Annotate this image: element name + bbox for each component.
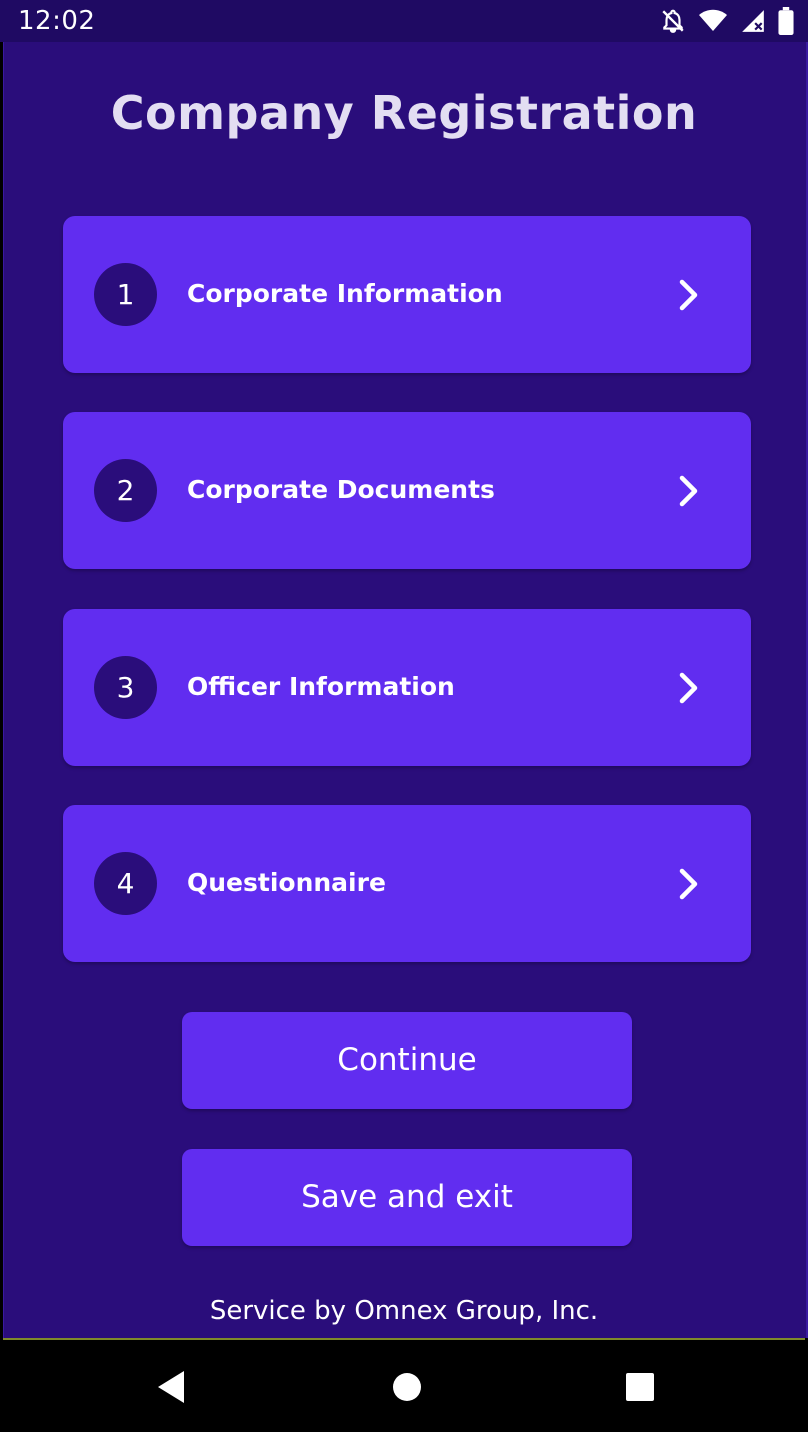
home-icon	[393, 1373, 421, 1401]
wifi-icon	[698, 8, 728, 34]
step-label: Corporate Information	[187, 279, 503, 308]
chevron-right-icon	[679, 279, 698, 311]
step-card-corporate-documents[interactable]: 2 Corporate Documents	[63, 412, 751, 569]
home-button[interactable]	[384, 1364, 430, 1410]
battery-icon	[778, 7, 794, 35]
step-card-questionnaire[interactable]: 4 Questionnaire	[63, 805, 751, 962]
step-number: 4	[94, 852, 157, 915]
navigation-bar	[0, 1340, 808, 1432]
status-bar: 12:02	[0, 0, 808, 42]
chevron-right-icon	[679, 475, 698, 507]
footer-credit: Service by Omnex Group, Inc.	[209, 1296, 599, 1326]
notifications-off-icon	[660, 8, 686, 34]
step-label: Questionnaire	[187, 868, 386, 897]
step-number: 3	[94, 656, 157, 719]
step-label: Corporate Documents	[187, 475, 495, 504]
step-card-officer-information[interactable]: 3 Officer Information	[63, 609, 751, 766]
status-icons	[660, 6, 794, 36]
recents-icon	[626, 1373, 654, 1401]
status-time: 12:02	[18, 6, 96, 36]
continue-button[interactable]: Continue	[182, 1012, 632, 1109]
signal-icon	[740, 8, 766, 34]
step-card-corporate-information[interactable]: 1 Corporate Information	[63, 216, 751, 373]
step-number: 2	[94, 459, 157, 522]
back-button[interactable]	[148, 1364, 194, 1410]
page-title: Company Registration	[110, 86, 698, 140]
step-number: 1	[94, 263, 157, 326]
back-icon	[158, 1371, 184, 1403]
save-and-exit-button[interactable]: Save and exit	[182, 1149, 632, 1246]
chevron-right-icon	[679, 868, 698, 900]
chevron-right-icon	[679, 672, 698, 704]
recents-button[interactable]	[617, 1364, 663, 1410]
step-label: Officer Information	[187, 672, 455, 701]
